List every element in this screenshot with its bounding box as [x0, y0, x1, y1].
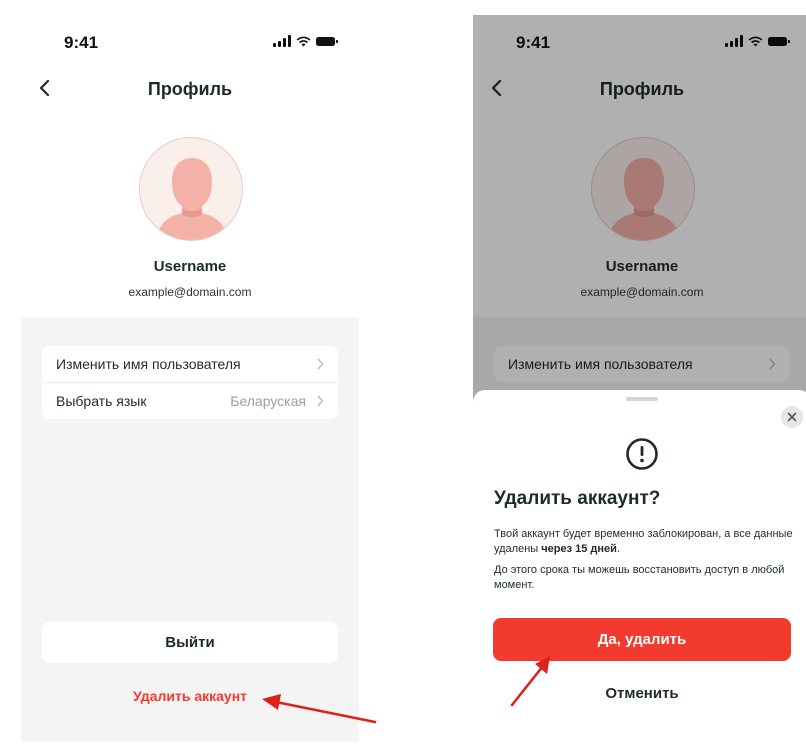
avatar-placeholder-icon	[156, 158, 228, 240]
logout-button[interactable]: Выйти	[42, 622, 338, 663]
chevron-right-icon	[317, 358, 324, 370]
delete-account-sheet: Удалить аккаунт? Твой аккаунт будет врем…	[473, 390, 806, 742]
email: example@domain.com	[128, 285, 252, 299]
cancel-button[interactable]: Отменить	[473, 685, 806, 702]
sheet-note: До этого срока ты можешь восстановить до…	[494, 564, 785, 591]
delete-account-link[interactable]: Удалить аккаунт	[21, 688, 359, 704]
sheet-title: Удалить аккаунт?	[494, 488, 661, 509]
status-time: 9:41	[64, 33, 99, 52]
settings-row-language[interactable]: Выбрать язык Беларуская	[42, 382, 338, 419]
description-text: Твой аккаунт будет временно заблокирован…	[494, 528, 793, 555]
avatar[interactable]	[139, 137, 243, 241]
close-icon	[787, 412, 797, 422]
sheet-handle[interactable]	[626, 397, 658, 401]
chevron-right-icon	[317, 395, 324, 407]
description-end: .	[616, 543, 620, 555]
row-label: Выбрать язык	[56, 393, 147, 409]
profile-header: 9:41 Профиль Username example@domain.com	[21, 15, 359, 317]
confirm-delete-button[interactable]: Да, удалить	[493, 618, 791, 661]
profile-screen: 9:41 Профиль Username example@domain.com	[21, 15, 359, 742]
close-button[interactable]	[781, 406, 803, 428]
sheet-description: Твой аккаунт будет временно заблокирован…	[494, 527, 794, 557]
alert-icon	[626, 438, 658, 470]
settings-list: Изменить имя пользователя Выбрать язык Б…	[42, 346, 338, 419]
wifi-icon	[296, 36, 311, 46]
status-icons	[273, 35, 338, 47]
row-label: Изменить имя пользователя	[56, 356, 241, 372]
profile-screen-with-sheet: 9:41 Профиль Username example@domain.com	[473, 15, 806, 742]
signal-icon	[273, 35, 291, 47]
username: Username	[153, 258, 227, 275]
page-title: Профиль	[147, 79, 233, 99]
language-value: Беларуская	[230, 393, 306, 409]
description-deadline: через 15 дней	[541, 543, 617, 555]
battery-icon	[316, 36, 338, 46]
settings-row-change-username[interactable]: Изменить имя пользователя	[42, 346, 338, 382]
